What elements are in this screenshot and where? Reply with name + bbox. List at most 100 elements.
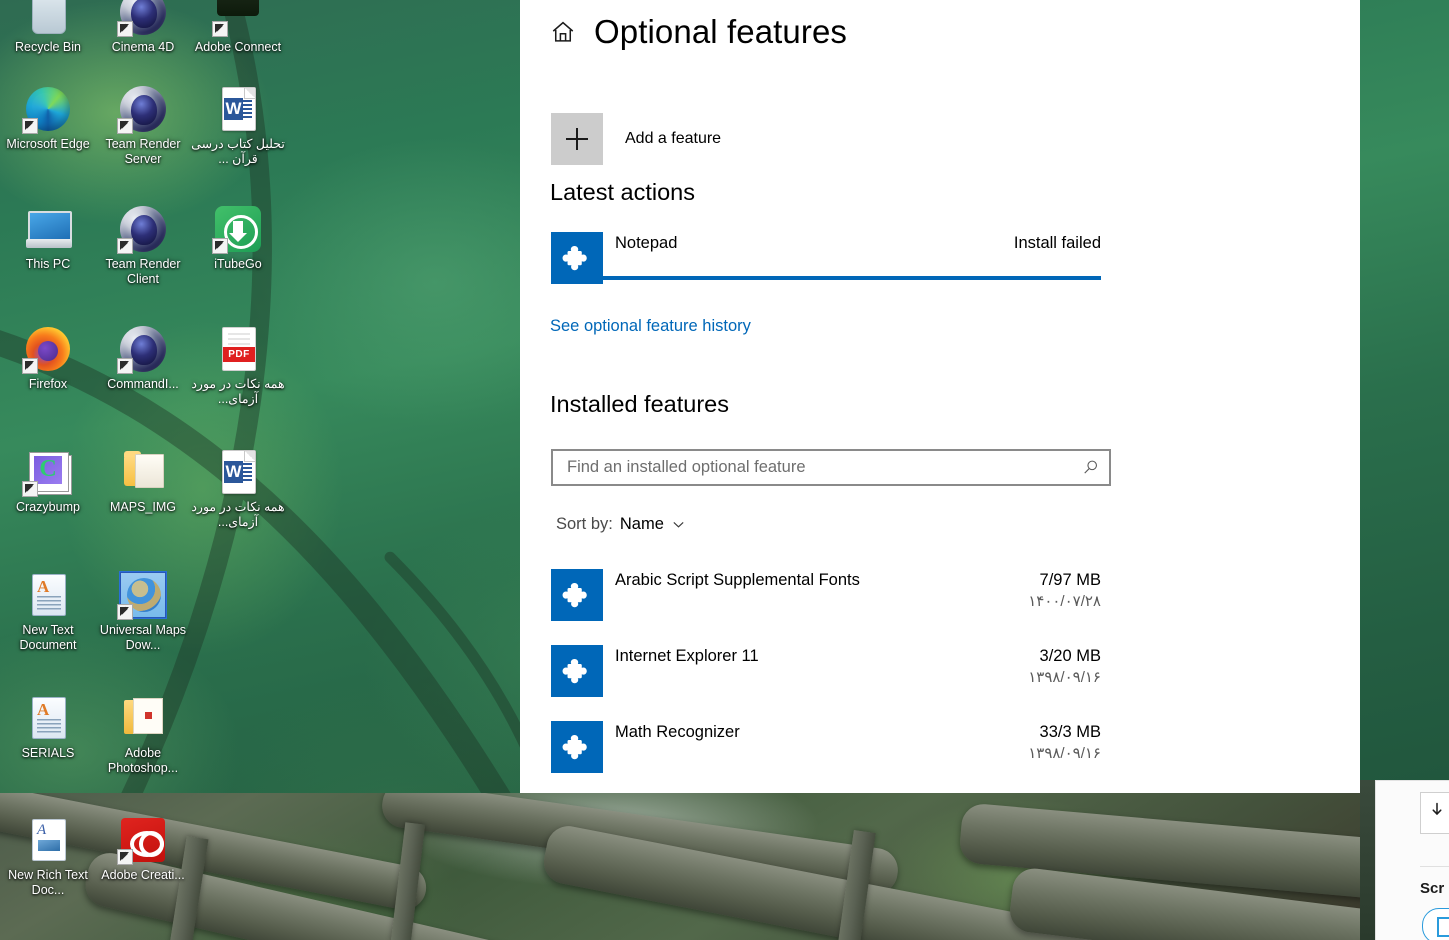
globe-icon: [117, 571, 167, 620]
search-input[interactable]: [553, 458, 1071, 477]
desktop-icon-label: New Rich Text Doc...: [8, 868, 88, 897]
shortcut-arrow-icon: [117, 238, 133, 254]
installed-feature-row[interactable]: Internet Explorer 11 3/20 MB ۱۳۹۸/۰۹/۱۶: [551, 645, 1101, 697]
text-document-icon: [24, 571, 72, 619]
desktop-icon-label: Microsoft Edge: [6, 137, 90, 151]
rich-text-document-icon: [24, 816, 72, 864]
see-optional-feature-history-link[interactable]: See optional feature history: [550, 317, 751, 336]
desktop-icon-word-doc-notes[interactable]: همه نکات در مورد آزمای...: [190, 448, 286, 530]
installed-feature-size: 7/97 MB: [1039, 571, 1101, 589]
desktop-icon-label: iTubeGo: [214, 257, 262, 271]
edge-icon: [22, 85, 72, 134]
desktop-icon-label: Universal Maps Dow...: [99, 623, 187, 652]
firefox-icon: [22, 325, 72, 374]
shortcut-arrow-icon: [212, 21, 228, 37]
installed-features-list: Arabic Script Supplemental Fonts 7/97 MB…: [551, 569, 1101, 793]
desktop-icon-label: Recycle Bin: [15, 40, 81, 54]
installed-features-heading: Installed features: [550, 391, 729, 417]
shortcut-arrow-icon: [212, 238, 228, 254]
screen: Recycle Bin Cinema 4D Adobe Connect Micr…: [0, 0, 1449, 940]
right-panel-option[interactable]: [1422, 908, 1449, 940]
desktop-icon-pdf-notes[interactable]: همه نکات در مورد آزمای...: [190, 325, 286, 407]
adobe-creative-cloud-icon: [117, 816, 167, 865]
latest-action-item[interactable]: Notepad Install failed: [551, 232, 1101, 284]
chevron-down-icon[interactable]: [671, 517, 686, 532]
desktop-icon-team-render-client[interactable]: Team Render Client: [95, 205, 191, 287]
installed-feature-row[interactable]: Math Recognizer 33/3 MB ۱۳۹۸/۰۹/۱۶: [551, 721, 1101, 773]
page-header: Optional features: [550, 12, 847, 52]
desktop-icon-adobe-photoshop-folder[interactable]: Adobe Photoshop...: [95, 694, 191, 776]
puzzle-piece-icon: [551, 569, 603, 621]
sort-by-dropdown[interactable]: Sort by: Name: [556, 515, 686, 534]
desktop-icon-label: Team Render Server: [105, 137, 181, 166]
photoshop-folder-icon: [119, 694, 167, 742]
add-a-feature-button[interactable]: Add a feature: [551, 113, 721, 165]
desktop-icon-adobe-creative-cloud[interactable]: Adobe Creati...: [95, 816, 191, 883]
desktop-icon-label: SERIALS: [21, 746, 75, 760]
shortcut-arrow-icon: [117, 849, 133, 865]
sort-by-label: Sort by:: [556, 515, 613, 533]
desktop-icon-label: Adobe Connect: [194, 40, 282, 54]
shortcut-arrow-icon: [117, 118, 133, 134]
desktop-icon-label: Crazybump: [16, 500, 80, 514]
recycle-bin-icon: [24, 0, 72, 36]
latest-actions-heading: Latest actions: [550, 179, 696, 205]
optional-features-window: Optional features Add a feature Latest a…: [520, 0, 1360, 793]
add-a-feature-label: Add a feature: [625, 130, 722, 147]
shortcut-arrow-icon: [117, 21, 133, 37]
desktop-icon-recycle-bin[interactable]: Recycle Bin: [0, 0, 96, 55]
install-progress-bar: [603, 276, 1101, 280]
desktop-icon-label: New Text Document: [19, 623, 77, 652]
sort-by-value: Name: [619, 515, 664, 533]
shortcut-arrow-icon: [117, 358, 133, 374]
desktop-icon-label: Firefox: [28, 377, 68, 391]
desktop-icon-label: همه نکات در مورد آزمای...: [191, 500, 285, 529]
desktop-icon-word-doc-quran[interactable]: تحلیل کتاب درسی قرآن ...: [190, 85, 286, 167]
pdf-document-icon: [214, 325, 262, 373]
installed-feature-size: 3/20 MB: [1039, 647, 1101, 665]
cinema4d-icon: [117, 0, 167, 37]
desktop-icon-maps-img-folder[interactable]: MAPS_IMG: [95, 448, 191, 515]
desktop-icon-cinema-4d[interactable]: Cinema 4D: [95, 0, 191, 55]
shortcut-arrow-icon: [22, 481, 38, 497]
puzzle-piece-icon: [551, 645, 603, 697]
this-pc-icon: [24, 205, 72, 253]
desktop-icon-itubego[interactable]: iTubeGo: [190, 205, 286, 272]
desktop-icon-adobe-connect[interactable]: Adobe Connect: [190, 0, 286, 55]
desktop-icon-label: Cinema 4D: [111, 40, 175, 54]
plus-icon: [551, 113, 603, 165]
desktop-icon-commandline[interactable]: CommandI...: [95, 325, 191, 392]
latest-action-status: Install failed: [1013, 234, 1101, 252]
right-panel-title: Scr: [1420, 880, 1445, 897]
find-feature-search-box[interactable]: [551, 449, 1111, 486]
desktop-icon-new-rich-text-document[interactable]: New Rich Text Doc...: [0, 816, 96, 898]
search-icon[interactable]: [1071, 451, 1109, 484]
desktop-icon-crazybump[interactable]: Crazybump: [0, 448, 96, 515]
desktop-icon-label: MAPS_IMG: [110, 500, 176, 514]
adobe-connect-icon: [212, 0, 262, 37]
page-title: Optional features: [594, 13, 848, 50]
installed-feature-date: ۱۳۹۸/۰۹/۱۶: [1028, 669, 1101, 686]
desktop-icon-new-text-document[interactable]: New Text Document: [0, 571, 96, 653]
wallpaper-bottom-band: [0, 793, 1449, 940]
desktop-icon-team-render-server[interactable]: Team Render Server: [95, 85, 191, 167]
desktop-icon-label: This PC: [25, 257, 71, 271]
word-document-icon: [214, 85, 262, 133]
shortcut-arrow-icon: [22, 358, 38, 374]
desktop-icon-universal-maps-downloader[interactable]: Universal Maps Dow...: [95, 571, 191, 653]
desktop-icon-firefox[interactable]: Firefox: [0, 325, 96, 392]
desktop-icon-microsoft-edge[interactable]: Microsoft Edge: [0, 85, 96, 152]
installed-feature-row[interactable]: Arabic Script Supplemental Fonts 7/97 MB…: [551, 569, 1101, 621]
cinema4d-icon: [117, 205, 167, 254]
desktop-icon-label: Team Render Client: [105, 257, 181, 286]
shortcut-arrow-icon: [22, 118, 38, 134]
installed-feature-size: 33/3 MB: [1039, 723, 1101, 741]
crazybump-icon: [22, 448, 72, 497]
download-button[interactable]: [1420, 792, 1449, 834]
installed-feature-date: ۱۴۰۰/۰۷/۲۸: [1028, 593, 1101, 610]
desktop-icon-this-pc[interactable]: This PC: [0, 205, 96, 272]
home-icon[interactable]: [550, 19, 576, 45]
desktop-icon-label: همه نکات در مورد آزمای...: [191, 377, 285, 406]
desktop-icon-label: Adobe Creati...: [101, 868, 185, 882]
desktop-icon-serials[interactable]: SERIALS: [0, 694, 96, 761]
